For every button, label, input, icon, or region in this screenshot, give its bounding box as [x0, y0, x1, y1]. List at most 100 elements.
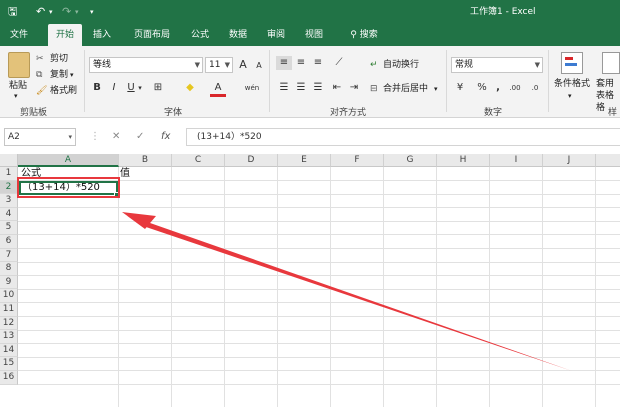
row-header-16[interactable]: 16: [0, 371, 18, 385]
row-header-13[interactable]: 13: [0, 330, 18, 344]
decrease-decimal-icon[interactable]: .0: [526, 81, 544, 95]
column-header-e[interactable]: E: [278, 154, 331, 167]
currency-icon[interactable]: ¥: [452, 81, 468, 95]
cell-b1[interactable]: 值: [120, 167, 130, 180]
column-header-j[interactable]: J: [543, 154, 596, 167]
number-format-select[interactable]: 常规 ▼: [451, 57, 543, 73]
formula-input[interactable]: (13+14）*520: [186, 128, 620, 146]
column-header-h[interactable]: H: [437, 154, 490, 167]
column-header-d[interactable]: D: [225, 154, 278, 167]
conditional-format-icon[interactable]: [561, 52, 583, 74]
tab-page-layout[interactable]: 页面布局: [128, 24, 176, 46]
paste-caret-icon[interactable]: ▾: [14, 90, 18, 102]
tab-review[interactable]: 审阅: [262, 24, 290, 46]
row-header-8[interactable]: 8: [0, 262, 18, 276]
gridline: [18, 329, 620, 331]
window-title: 工作簿1 - Excel: [470, 7, 536, 17]
group-divider: [446, 50, 447, 112]
save-icon[interactable]: 🖫: [8, 4, 17, 20]
tab-file[interactable]: 文件: [4, 24, 34, 46]
merge-center-button[interactable]: 合并后居中: [383, 83, 428, 95]
worksheet-grid[interactable]: A B C D E F G H I J 1 2 3 4 5 6 7 8 9 10…: [0, 154, 620, 407]
row-header-12[interactable]: 12: [0, 316, 18, 331]
row-header-6[interactable]: 6: [0, 235, 18, 249]
ribbon-tabs: 文件 开始 插入 页面布局 公式 数据 审阅 视图 ⚲ 搜索: [0, 24, 620, 46]
row-header-11[interactable]: 11: [0, 303, 18, 317]
percent-icon[interactable]: %: [474, 81, 490, 95]
tab-formulas[interactable]: 公式: [186, 24, 214, 46]
row-header-5[interactable]: 5: [0, 221, 18, 235]
border-icon[interactable]: ⊞: [150, 81, 166, 95]
column-header-c[interactable]: C: [172, 154, 225, 167]
align-center-icon[interactable]: ☰: [293, 81, 309, 95]
shrink-font-icon[interactable]: A: [251, 59, 267, 73]
row-header-10[interactable]: 10: [0, 289, 18, 303]
paste-button-label[interactable]: 粘贴: [9, 80, 27, 92]
row-header-1[interactable]: 1: [0, 167, 18, 181]
undo-icon[interactable]: ↶: [36, 4, 45, 20]
align-right-icon[interactable]: ☰: [310, 81, 326, 95]
column-header-partial[interactable]: [596, 154, 620, 167]
column-header-i[interactable]: I: [490, 154, 543, 167]
row-header-9[interactable]: 9: [0, 275, 18, 290]
increase-decimal-icon[interactable]: .00: [506, 81, 524, 95]
wrap-text-button[interactable]: 自动换行: [383, 59, 419, 71]
row-header-15[interactable]: 15: [0, 357, 18, 371]
row-header-14[interactable]: 14: [0, 343, 18, 358]
conditional-caret-icon[interactable]: ▾: [568, 90, 572, 102]
enter-icon[interactable]: ✓: [136, 129, 144, 145]
gridline: [18, 384, 620, 385]
group-divider: [84, 50, 85, 112]
decrease-indent-icon[interactable]: ⇤: [329, 81, 345, 95]
gridline: [18, 220, 620, 222]
tab-data[interactable]: 数据: [224, 24, 252, 46]
orientation-icon[interactable]: ⟋: [331, 56, 347, 70]
column-header-b[interactable]: B: [119, 154, 172, 167]
tell-me-search[interactable]: ⚲ 搜索: [342, 24, 386, 46]
fill-color-icon[interactable]: ◆: [182, 81, 198, 95]
tab-insert[interactable]: 插入: [88, 24, 116, 46]
annotation-highlight-box: [17, 177, 120, 198]
redo-icon[interactable]: ↷: [62, 4, 71, 20]
select-all-corner[interactable]: [0, 154, 18, 167]
undo-caret-icon[interactable]: ▾: [49, 4, 53, 20]
cut-button[interactable]: 剪切: [50, 53, 68, 65]
name-box[interactable]: A2 ▾: [4, 128, 76, 146]
italic-button[interactable]: I: [106, 81, 122, 95]
underline-caret-icon[interactable]: ▾: [136, 81, 144, 95]
row-header-2[interactable]: 2: [0, 180, 18, 195]
tab-view[interactable]: 视图: [300, 24, 328, 46]
align-middle-icon[interactable]: ≡: [293, 56, 309, 70]
customize-toolbar-icon[interactable]: ▾: [90, 4, 94, 20]
copy-caret-icon[interactable]: ▾: [70, 69, 74, 81]
row-header-7[interactable]: 7: [0, 248, 18, 263]
bold-button[interactable]: B: [89, 81, 105, 95]
conditional-format-button[interactable]: 条件格式: [554, 78, 590, 90]
font-name-select[interactable]: 等线 ▼: [89, 57, 203, 73]
tab-home[interactable]: 开始: [48, 24, 82, 46]
copy-button[interactable]: 复制: [50, 69, 68, 81]
paste-icon[interactable]: [8, 52, 30, 78]
brush-icon: 🖌: [36, 86, 48, 96]
row-header-4[interactable]: 4: [0, 207, 18, 222]
font-color-icon[interactable]: A: [210, 81, 226, 97]
comma-style-icon[interactable]: ,: [490, 81, 506, 95]
annotation-arrow-shaft: [133, 217, 572, 371]
grow-font-icon[interactable]: A: [235, 58, 251, 72]
format-painter-button[interactable]: 格式刷: [50, 85, 77, 97]
align-bottom-icon[interactable]: ≡: [310, 56, 326, 70]
table-format-icon[interactable]: [602, 52, 620, 74]
column-header-g[interactable]: G: [384, 154, 437, 167]
insert-function-icon[interactable]: fx: [161, 129, 170, 145]
font-size-select[interactable]: 11 ▼: [205, 57, 233, 73]
increase-indent-icon[interactable]: ⇥: [346, 81, 362, 95]
column-header-f[interactable]: F: [331, 154, 384, 167]
align-top-icon[interactable]: ≡: [276, 56, 292, 70]
merge-caret-icon[interactable]: ▾: [434, 83, 438, 95]
phonetic-icon[interactable]: wén: [242, 81, 262, 95]
cancel-icon[interactable]: ✕: [112, 129, 120, 145]
redo-caret-icon[interactable]: ▾: [75, 4, 79, 20]
row-header-3[interactable]: 3: [0, 194, 18, 208]
align-left-icon[interactable]: ☰: [276, 81, 292, 95]
column-header-a[interactable]: A: [18, 154, 119, 167]
